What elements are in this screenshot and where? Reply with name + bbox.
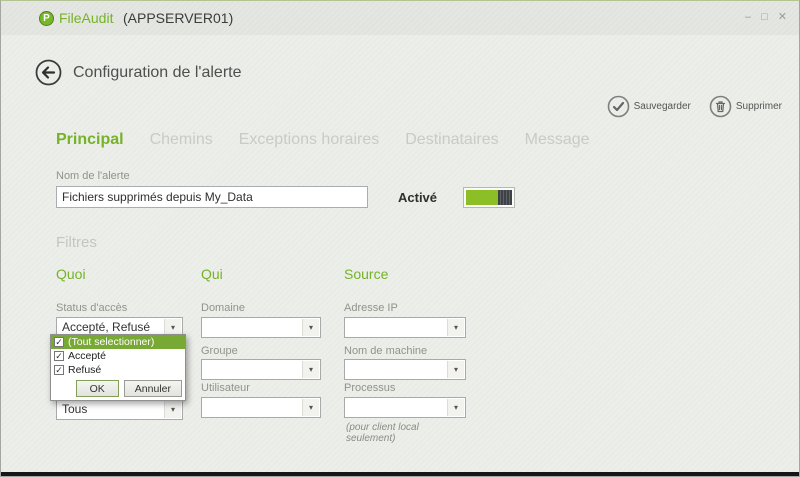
ip-address-combobox[interactable]: ▾: [344, 317, 466, 338]
close-icon[interactable]: ✕: [778, 12, 787, 23]
tab-message[interactable]: Message: [525, 131, 590, 149]
access-status-dropdown-popup: ✓ (Tout selectionner) ✓ Accepté ✓ Refusé…: [50, 334, 186, 401]
user-label: Utilisateur: [201, 382, 250, 394]
window-bottom-border: [1, 472, 799, 476]
quoi-header: Quoi: [56, 266, 86, 282]
local-client-note: (pour client local seulement): [346, 422, 466, 444]
access-type-value: Tous: [62, 402, 87, 416]
ip-address-label: Adresse IP: [344, 302, 398, 314]
back-arrow-icon: [35, 59, 62, 86]
chevron-down-icon[interactable]: ▾: [447, 361, 464, 378]
chevron-down-icon[interactable]: ▾: [302, 319, 319, 336]
tab-exceptions-horaires[interactable]: Exceptions horaires: [239, 131, 380, 149]
process-label: Processus: [344, 382, 395, 394]
app-brand: FileAudit: [59, 10, 113, 26]
tab-destinataires[interactable]: Destinataires: [405, 131, 498, 149]
save-label: Sauvegarder: [634, 101, 691, 112]
popup-item-refused[interactable]: ✓ Refusé: [51, 363, 185, 377]
header-actions: Sauvegarder Supprimer: [607, 95, 782, 118]
tab-chemins[interactable]: Chemins: [150, 131, 213, 149]
accepted-label: Accepté: [68, 350, 106, 362]
domain-label: Domaine: [201, 302, 245, 314]
group-label: Groupe: [201, 345, 238, 357]
fileaudit-logo-icon: P: [39, 11, 54, 26]
save-button[interactable]: Sauvegarder: [607, 95, 691, 118]
filters-section-title: Filtres: [56, 234, 97, 251]
window-controls: – □ ✕: [745, 12, 787, 23]
page-title: Configuration de l'alerte: [73, 64, 242, 82]
chevron-down-icon[interactable]: ▾: [447, 319, 464, 336]
toggle-handle[interactable]: [498, 190, 512, 205]
access-type-combobox[interactable]: Tous ▾: [56, 399, 183, 420]
access-status-label: Status d'accès: [56, 302, 127, 314]
source-header: Source: [344, 266, 388, 282]
delete-label: Supprimer: [736, 101, 782, 112]
ok-button[interactable]: OK: [76, 380, 119, 397]
popup-item-accepted[interactable]: ✓ Accepté: [51, 349, 185, 363]
tab-bar: Principal Chemins Exceptions horaires De…: [56, 131, 590, 149]
machine-name-label: Nom de machine: [344, 345, 427, 357]
popup-buttons: OK Annuler: [51, 380, 182, 397]
user-combobox[interactable]: ▾: [201, 397, 321, 418]
domain-combobox[interactable]: ▾: [201, 317, 321, 338]
alert-name-input[interactable]: [56, 186, 368, 208]
chevron-down-icon[interactable]: ▾: [164, 401, 181, 418]
chevron-down-icon[interactable]: ▾: [302, 361, 319, 378]
toggle-on-track: [466, 190, 498, 205]
checkbox-checked-icon[interactable]: ✓: [54, 365, 64, 375]
titlebar: P FileAudit (APPSERVER01) – □ ✕: [1, 1, 799, 35]
access-status-value: Accepté, Refusé: [62, 320, 150, 334]
fileaudit-window: P FileAudit (APPSERVER01) – □ ✕ Configur…: [0, 0, 800, 477]
process-combobox[interactable]: ▾: [344, 397, 466, 418]
enabled-label: Activé: [398, 190, 437, 205]
qui-header: Qui: [201, 266, 223, 282]
popup-item-select-all[interactable]: ✓ (Tout selectionner): [51, 335, 185, 349]
chevron-down-icon[interactable]: ▾: [447, 399, 464, 416]
refused-label: Refusé: [68, 364, 101, 376]
alert-name-label: Nom de l'alerte: [56, 170, 130, 182]
checkbox-checked-icon[interactable]: ✓: [54, 337, 64, 347]
enabled-toggle[interactable]: [463, 187, 515, 208]
back-button[interactable]: [35, 59, 62, 86]
machine-name-combobox[interactable]: ▾: [344, 359, 466, 380]
check-circle-icon: [607, 95, 630, 118]
minimize-icon[interactable]: –: [745, 12, 751, 23]
maximize-icon[interactable]: □: [761, 12, 768, 23]
checkbox-checked-icon[interactable]: ✓: [54, 351, 64, 361]
tab-principal[interactable]: Principal: [56, 131, 124, 149]
select-all-label: (Tout selectionner): [68, 336, 154, 348]
group-combobox[interactable]: ▾: [201, 359, 321, 380]
chevron-down-icon[interactable]: ▾: [302, 399, 319, 416]
trash-icon: [709, 95, 732, 118]
delete-button[interactable]: Supprimer: [709, 95, 782, 118]
server-name: (APPSERVER01): [123, 10, 233, 26]
cancel-button[interactable]: Annuler: [124, 380, 182, 397]
